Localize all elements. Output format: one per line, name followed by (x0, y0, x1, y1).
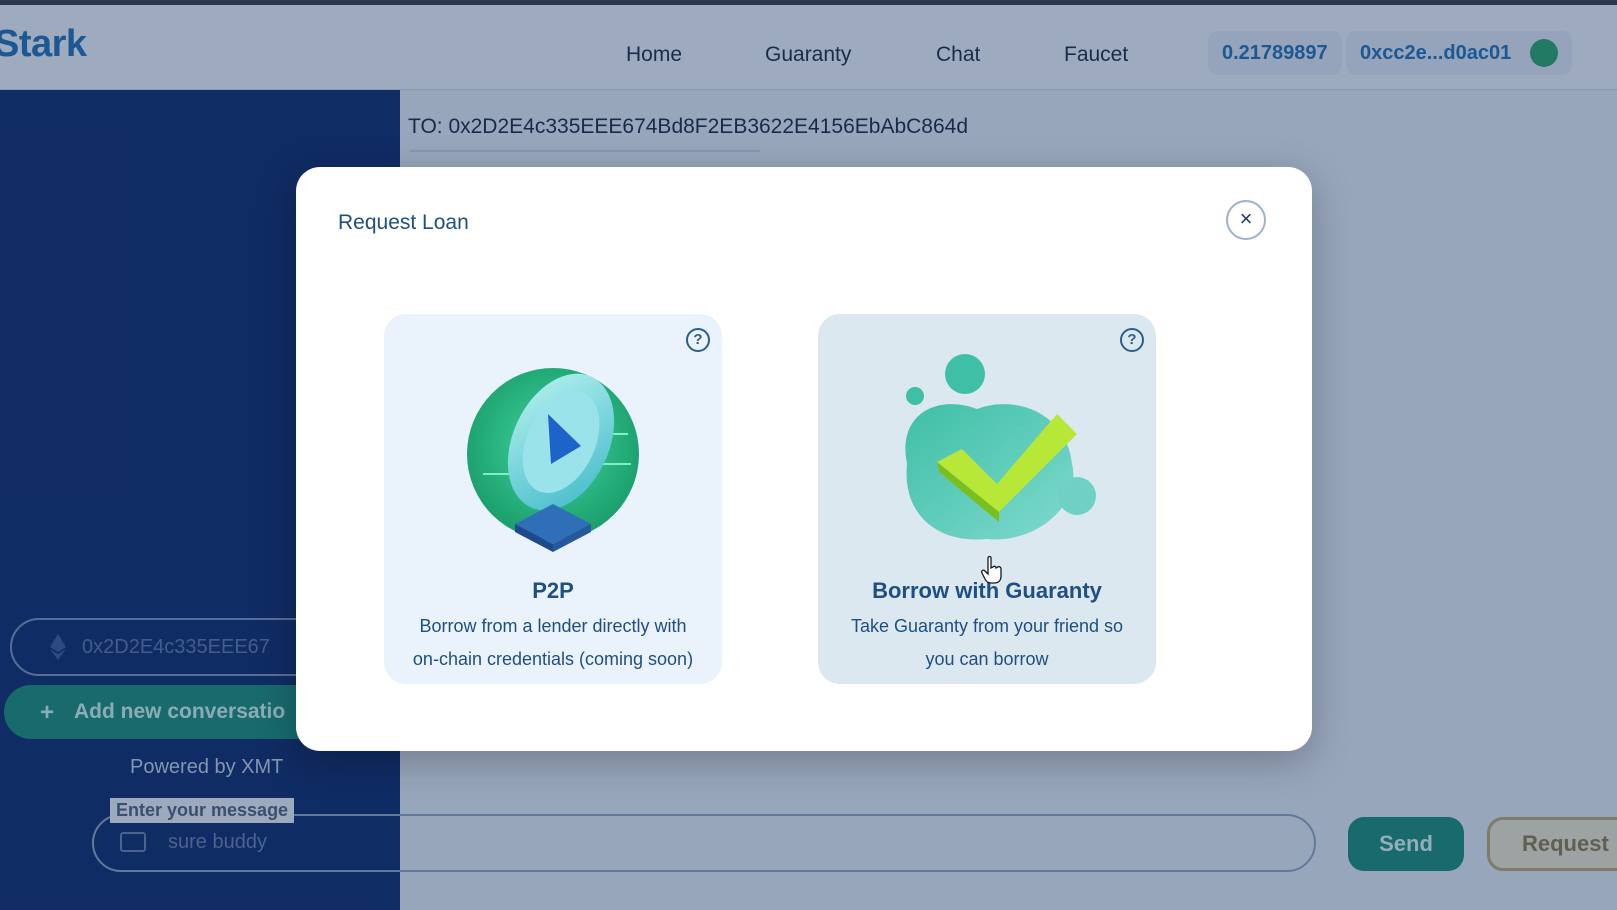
hand-pointer-icon (981, 556, 1002, 584)
guaranty-desc-line-1: Take Guaranty from your friend so (850, 616, 1124, 636)
p2p-description: Borrow from a lender directly with on-ch… (400, 610, 706, 676)
p2p-title: P2P (532, 578, 574, 603)
p2p-desc-line-1: Borrow from a lender directly with (419, 616, 687, 636)
close-icon: × (1239, 206, 1253, 231)
request-loan-modal: Request Loan × ? P2P Borrow from a lende… (296, 167, 1312, 751)
p2p-desc-line-2: on-chain credentials (coming soon) (412, 649, 694, 669)
guaranty-option-card[interactable]: ? Borrow with Guaranty Take Guaranty fro… (818, 314, 1156, 684)
close-button[interactable]: × (1226, 200, 1266, 240)
help-icon[interactable]: ? (1120, 328, 1144, 352)
guaranty-description: Take Guaranty from your friend so you ca… (834, 610, 1140, 676)
guaranty-desc-line-2: you can borrow (925, 649, 1049, 669)
modal-title: Request Loan (338, 211, 469, 234)
checkmark-icon (905, 354, 1096, 540)
p2p-option-card[interactable]: ? P2P Borrow from a lender directly with… (384, 314, 722, 684)
help-icon[interactable]: ? (686, 328, 710, 352)
p2p-coin-icon (467, 368, 639, 552)
